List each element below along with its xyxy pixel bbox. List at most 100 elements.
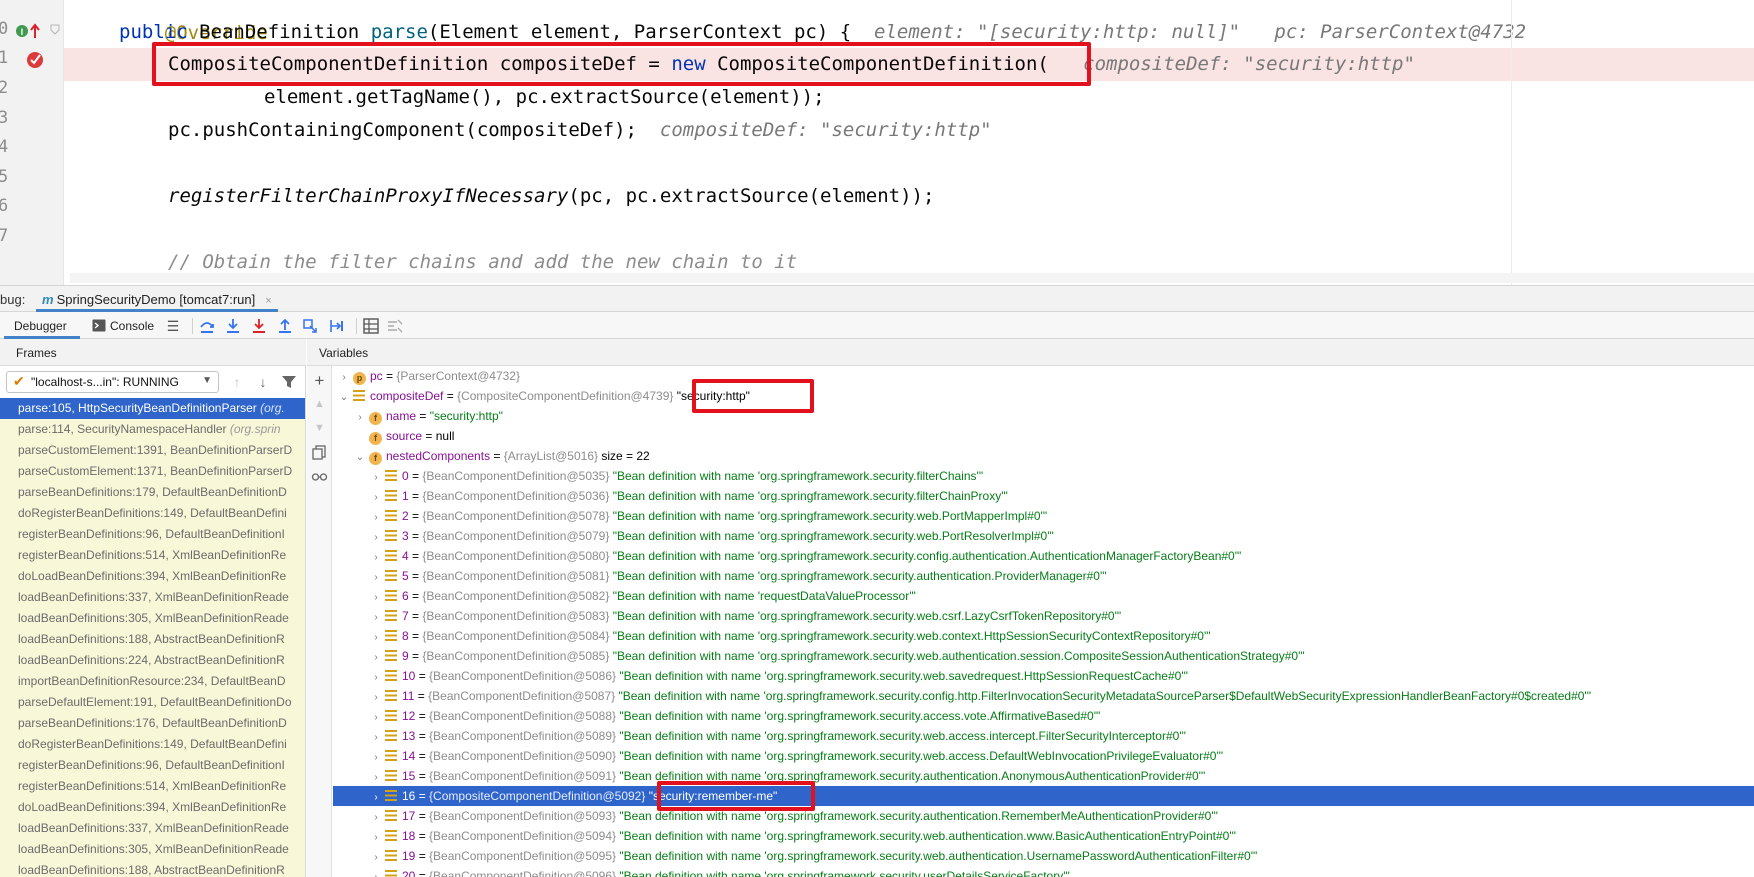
editor-gutter[interactable]: 0 1 2 3 4 5 6 7 I	[0, 0, 64, 285]
force-step-into-icon[interactable]	[250, 317, 268, 335]
nested-component-row[interactable]: › 14 = {BeanComponentDefinition@5090} "Be…	[333, 746, 1754, 766]
frame-item[interactable]: doRegisterBeanDefinitions:149, DefaultBe…	[0, 734, 305, 755]
code-line-register-filter[interactable]: registerFilterChainProxyIfNecessary(pc, …	[64, 180, 1754, 213]
nested-component-row[interactable]: › 0 = {BeanComponentDefinition@5035} "Bea…	[333, 466, 1754, 486]
variable-row-source[interactable]: f source = null	[333, 426, 1754, 446]
add-watch-icon[interactable]: +	[311, 372, 328, 389]
frame-item[interactable]: registerBeanDefinitions:514, XmlBeanDefi…	[0, 776, 305, 797]
frame-item[interactable]: parseDefaultElement:191, DefaultBeanDefi…	[0, 692, 305, 713]
nested-component-row[interactable]: › 15 = {BeanComponentDefinition@5091} "Be…	[333, 766, 1754, 786]
variable-row-pc[interactable]: › p pc = {ParserContext@4732}	[333, 366, 1754, 386]
editor-horizontal-scrollbar[interactable]	[70, 273, 1754, 283]
code-line-method-signature[interactable]: public BeanDefinition parse(Element elem…	[64, 16, 1754, 49]
chevron-right-icon[interactable]: ›	[369, 728, 383, 748]
frame-item[interactable]: loadBeanDefinitions:337, XmlBeanDefiniti…	[0, 818, 305, 839]
trace-settings-icon[interactable]	[386, 317, 404, 335]
variables-tree[interactable]: › p pc = {ParserContext@4732} ⌄ compositeDe…	[333, 366, 1754, 877]
nested-component-row[interactable]: › 10 = {BeanComponentDefinition@5086} "Be…	[333, 666, 1754, 686]
chevron-right-icon[interactable]: ›	[369, 628, 383, 648]
code-line-breakpoint[interactable]: CompositeComponentDefinition compositeDe…	[64, 48, 1754, 81]
nested-component-row[interactable]: › 5 = {BeanComponentDefinition@5081} "Bea…	[333, 566, 1754, 586]
chevron-right-icon[interactable]: ›	[369, 828, 383, 848]
nested-component-row[interactable]: › 9 = {BeanComponentDefinition@5085} "Bea…	[333, 646, 1754, 666]
chevron-right-icon[interactable]: ›	[369, 588, 383, 608]
glasses-icon[interactable]	[311, 468, 328, 485]
frame-item[interactable]: doLoadBeanDefinitions:394, XmlBeanDefini…	[0, 797, 305, 818]
frame-item[interactable]: parseBeanDefinitions:176, DefaultBeanDef…	[0, 713, 305, 734]
step-into-icon[interactable]	[224, 317, 242, 335]
chevron-right-icon[interactable]: ›	[353, 408, 367, 428]
nested-component-row[interactable]: › 7 = {BeanComponentDefinition@5083} "Bea…	[333, 606, 1754, 626]
chevron-right-icon[interactable]: ›	[369, 548, 383, 568]
chevron-right-icon[interactable]: ›	[369, 468, 383, 488]
chevron-right-icon[interactable]: ›	[369, 708, 383, 728]
chevron-right-icon[interactable]: ›	[369, 668, 383, 688]
code-line-annotation[interactable]: @Override	[64, 0, 1754, 44]
frame-item[interactable]: parse:114, SecurityNamespaceHandler (org…	[0, 419, 305, 440]
close-icon[interactable]: ×	[265, 295, 271, 307]
evaluate-expression-icon[interactable]	[362, 317, 380, 335]
tab-console[interactable]: Console	[90, 312, 160, 339]
move-down-icon[interactable]: ▼	[311, 420, 328, 437]
frame-item[interactable]: doLoadBeanDefinitions:394, XmlBeanDefini…	[0, 566, 305, 587]
chevron-right-icon[interactable]: ›	[369, 488, 383, 508]
drop-frame-icon[interactable]	[302, 317, 320, 335]
chevron-right-icon[interactable]: ›	[369, 528, 383, 548]
chevron-right-icon[interactable]: ›	[369, 508, 383, 528]
frame-item[interactable]: loadBeanDefinitions:188, AbstractBeanDef…	[0, 629, 305, 650]
layout-menu-icon[interactable]: ☰	[164, 317, 182, 335]
step-over-icon[interactable]	[198, 317, 216, 335]
variable-row-nestedComponents[interactable]: ⌄ f nestedComponents = {ArrayList@5016} si…	[333, 446, 1754, 466]
breakpoint-icon[interactable]	[24, 49, 46, 71]
nested-component-row[interactable]: › 3 = {BeanComponentDefinition@5079} "Bea…	[333, 526, 1754, 546]
chevron-right-icon[interactable]: ›	[369, 868, 383, 877]
step-out-icon[interactable]	[276, 317, 294, 335]
variable-row-compositeDef[interactable]: ⌄ compositeDef = {CompositeComponentDefin…	[333, 386, 1754, 406]
nested-component-row[interactable]: › 13 = {BeanComponentDefinition@5089} "Be…	[333, 726, 1754, 746]
chevron-right-icon[interactable]: ›	[369, 648, 383, 668]
run-config-tab[interactable]: m SpringSecurityDemo [tomcat7:run] ×	[36, 286, 278, 312]
frame-item[interactable]: registerBeanDefinitions:514, XmlBeanDefi…	[0, 545, 305, 566]
frame-list[interactable]: parse:105, HttpSecurityBeanDefinitionPar…	[0, 398, 305, 877]
nested-component-row[interactable]: › 6 = {BeanComponentDefinition@5082} "Bea…	[333, 586, 1754, 606]
frame-item[interactable]: loadBeanDefinitions:224, AbstractBeanDef…	[0, 650, 305, 671]
chevron-right-icon[interactable]: ›	[369, 748, 383, 768]
chevron-right-icon[interactable]: ›	[337, 368, 351, 388]
code-editor[interactable]: 0 1 2 3 4 5 6 7 I @Override public BeanD…	[0, 0, 1754, 285]
nested-component-row[interactable]: › 11 = {BeanComponentDefinition@5087} "Be…	[333, 686, 1754, 706]
fold-icon[interactable]	[48, 22, 62, 36]
frame-item[interactable]: loadBeanDefinitions:188, AbstractBeanDef…	[0, 860, 305, 877]
arrow-down-icon[interactable]: ↓	[254, 373, 272, 391]
nested-component-row[interactable]: › 2 = {BeanComponentDefinition@5078} "Bea…	[333, 506, 1754, 526]
frame-item[interactable]: registerBeanDefinitions:96, DefaultBeanD…	[0, 755, 305, 776]
code-line-push-component[interactable]: pc.pushContainingComponent(compositeDef)…	[64, 114, 1754, 147]
tab-debugger[interactable]: Debugger	[4, 312, 80, 339]
chevron-right-icon[interactable]: ›	[369, 688, 383, 708]
chevron-right-icon[interactable]: ›	[369, 848, 383, 868]
frame-item[interactable]: loadBeanDefinitions:305, XmlBeanDefiniti…	[0, 839, 305, 860]
implements-method-icon[interactable]: I	[16, 22, 42, 40]
chevron-right-icon[interactable]: ›	[369, 568, 383, 588]
nested-component-row[interactable]: › 4 = {BeanComponentDefinition@5080} "Bea…	[333, 546, 1754, 566]
move-up-icon[interactable]: ▲	[311, 396, 328, 413]
frame-item[interactable]: parse:105, HttpSecurityBeanDefinitionPar…	[0, 398, 305, 419]
nested-component-row[interactable]: › 20 = {BeanComponentDefinition@5096} "Be…	[333, 866, 1754, 877]
frame-item[interactable]: parseCustomElement:1371, BeanDefinitionP…	[0, 461, 305, 482]
chevron-right-icon[interactable]: ›	[369, 788, 383, 808]
copy-icon[interactable]	[311, 444, 328, 461]
filter-icon[interactable]	[280, 373, 298, 391]
variable-row-name[interactable]: › f name = "security:http"	[333, 406, 1754, 426]
frame-item[interactable]: registerBeanDefinitions:96, DefaultBeanD…	[0, 524, 305, 545]
nested-component-row[interactable]: › 16 = {CompositeComponentDefinition@5092…	[333, 786, 1754, 806]
chevron-right-icon[interactable]: ›	[369, 768, 383, 788]
frame-item[interactable]: parseCustomElement:1391, BeanDefinitionP…	[0, 440, 305, 461]
nested-component-row[interactable]: › 12 = {BeanComponentDefinition@5088} "Be…	[333, 706, 1754, 726]
nested-component-row[interactable]: › 17 = {BeanComponentDefinition@5093} "Be…	[333, 806, 1754, 826]
code-line-continuation[interactable]: element.getTagName(), pc.extractSource(e…	[64, 81, 1754, 114]
frame-item[interactable]: loadBeanDefinitions:337, XmlBeanDefiniti…	[0, 587, 305, 608]
thread-selector[interactable]: ✔ "localhost-s...in": RUNNING ▼	[6, 371, 219, 393]
chevron-right-icon[interactable]: ›	[369, 608, 383, 628]
frame-item[interactable]: doRegisterBeanDefinitions:149, DefaultBe…	[0, 503, 305, 524]
nested-component-row[interactable]: › 8 = {BeanComponentDefinition@5084} "Bea…	[333, 626, 1754, 646]
arrow-up-icon[interactable]: ↑	[228, 373, 246, 391]
